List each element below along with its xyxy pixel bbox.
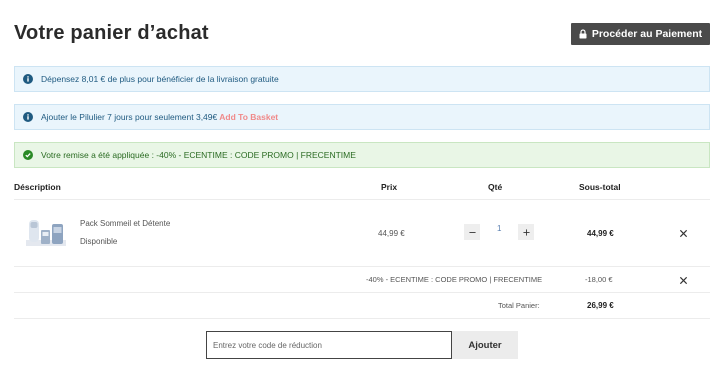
free-shipping-alert: Dépensez 8,01 € de plus pour bénéficier … [14,66,710,92]
free-shipping-text: Dépensez 8,01 € de plus pour bénéficier … [41,74,279,84]
remove-discount-button[interactable] [676,273,690,287]
cart-total-label: Total Panier: [498,301,540,310]
qty-increase-button[interactable] [518,224,534,240]
lock-icon [579,29,587,39]
plus-icon [522,228,530,236]
info-icon [23,74,33,84]
divider [14,318,710,319]
line-subtotal: 44,99 € [587,229,614,238]
qty-input[interactable]: 1 [497,224,501,233]
checkout-button[interactable]: Procéder au Paiement [571,23,710,45]
discount-applied-alert: Votre remise a été appliquée : -40% - EC… [14,142,710,168]
discount-label: -40% - ECENTIME : CODE PROMO | FRECENTIM… [366,275,543,284]
discount-applied-text: Votre remise a été appliquée : -40% - EC… [41,150,356,160]
cart-total-value: 26,99 € [587,301,614,310]
apply-promo-button[interactable]: Ajouter [452,331,518,359]
check-circle-icon [23,150,33,160]
column-header-price: Prix [381,182,398,192]
info-icon [23,112,33,122]
product-name[interactable]: Pack Sommeil et Détente [80,219,170,228]
promo-code-input[interactable] [206,331,452,359]
product-thumbnail[interactable] [24,212,68,250]
divider [14,266,710,267]
divider [14,292,710,293]
close-icon [679,229,687,237]
divider [14,199,710,200]
discount-value: -18,00 € [585,275,613,284]
qty-decrease-button[interactable] [464,224,480,240]
product-availability: Disponible [80,237,118,246]
remove-item-button[interactable] [676,226,690,240]
page-title: Votre panier d’achat [14,22,209,44]
upsell-alert: Ajouter le Pilulier 7 jours pour seuleme… [14,104,710,130]
add-to-basket-link[interactable]: Add To Basket [219,112,278,122]
close-icon [679,276,687,284]
column-header-qty: Qté [488,182,503,192]
checkout-button-label: Procéder au Paiement [591,28,703,40]
column-header-subtotal: Sous-total [579,182,621,192]
minus-icon [468,231,476,233]
product-price: 44,99 € [378,229,405,238]
column-header-description: Déscription [14,182,61,192]
upsell-text: Ajouter le Pilulier 7 jours pour seuleme… [41,112,218,122]
